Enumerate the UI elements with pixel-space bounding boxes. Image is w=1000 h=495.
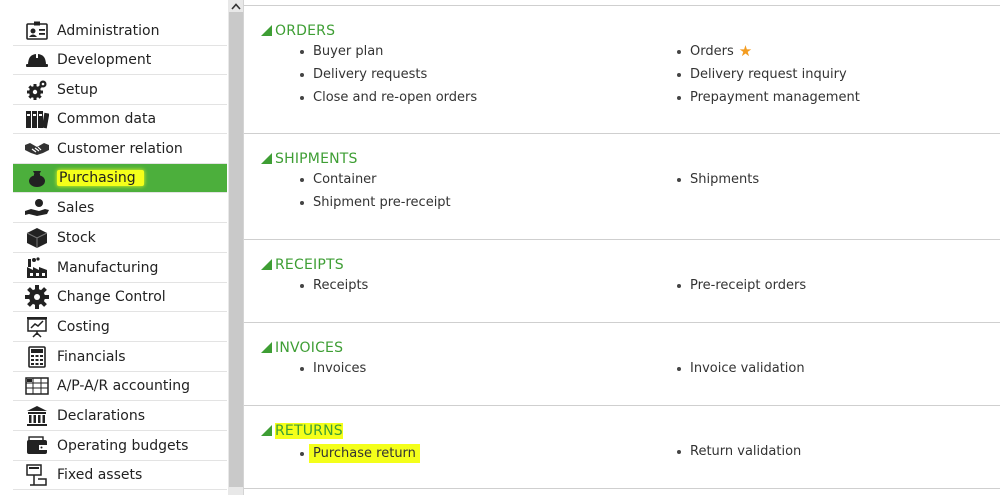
sidebar-item-stock[interactable]: Stock <box>13 224 227 253</box>
sidebar-item-operating-budgets[interactable]: Operating budgets <box>13 432 227 461</box>
sidebar-item-development[interactable]: Development <box>13 46 227 75</box>
sidebar-item-label: Change Control <box>57 289 166 305</box>
sidebar-item-label: Sales <box>57 200 95 216</box>
menu-link-delivery-request-inquiry[interactable]: Delivery request inquiry <box>677 67 847 82</box>
sidebar-item-label: Setup <box>57 82 98 98</box>
bullet <box>300 49 304 54</box>
cog-large-icon <box>25 285 49 309</box>
collapse-triangle-icon <box>261 424 272 436</box>
sidebar-item-common-data[interactable]: Common data <box>13 105 227 134</box>
bullet <box>677 177 681 182</box>
section-invoices: INVOICES Invoices Invoice validation <box>244 323 1000 406</box>
sidebar-item-label: Operating budgets <box>57 438 189 454</box>
module-sidebar: Administration Development Setup Common … <box>0 0 228 495</box>
ledger-icon <box>25 374 49 398</box>
menu-link-prepayment-management[interactable]: Prepayment management <box>677 90 860 105</box>
sidebar-item-manufacturing[interactable]: Manufacturing <box>13 254 227 283</box>
wallet-icon <box>25 434 49 458</box>
bullet <box>300 451 304 456</box>
sidebar-item-financials[interactable]: Financials <box>13 343 227 372</box>
sidebar-item-change-control[interactable]: Change Control <box>13 283 227 312</box>
collapse-triangle-icon <box>261 152 272 164</box>
section-title-receipts[interactable]: RECEIPTS <box>261 257 344 273</box>
bullet <box>677 95 681 100</box>
collapse-triangle-icon <box>261 258 272 270</box>
section-title-orders[interactable]: ORDERS <box>261 23 335 39</box>
sidebar-item-administration[interactable]: Administration <box>13 17 227 46</box>
bullet <box>677 449 681 454</box>
favorite-star-icon[interactable]: ★ <box>739 44 752 59</box>
menu-link-receipts[interactable]: Receipts <box>300 278 368 293</box>
module-menu-panel: ORDERS Buyer plan Delivery requests Clos… <box>244 0 1000 495</box>
sidebar-item-sales[interactable]: Sales <box>13 194 227 223</box>
bullet <box>677 283 681 288</box>
calculator-icon <box>25 345 49 369</box>
sidebar-item-label: Purchasing <box>57 170 144 186</box>
sidebar-item-label: Manufacturing <box>57 260 159 276</box>
money-bag-icon <box>25 166 49 190</box>
collapse-triangle-icon <box>261 341 272 353</box>
menu-link-purchase-return[interactable]: Purchase return <box>300 444 420 463</box>
sidebar-item-label: Common data <box>57 111 157 127</box>
sidebar-item-label: Stock <box>57 230 96 246</box>
bullet <box>677 72 681 77</box>
menu-link-buyer-plan[interactable]: Buyer plan <box>300 44 383 59</box>
factory-icon <box>25 256 49 280</box>
sidebar-item-customer-relation[interactable]: Customer relation <box>13 135 227 164</box>
menu-link-container[interactable]: Container <box>300 172 377 187</box>
binders-icon <box>25 107 49 131</box>
sidebar-item-purchasing[interactable]: Purchasing <box>13 164 227 193</box>
gear-icon <box>25 78 49 102</box>
bullet <box>300 177 304 182</box>
sidebar-item-fixed-assets[interactable]: Fixed assets <box>13 461 227 490</box>
collapse-triangle-icon <box>261 24 272 36</box>
sidebar-item-label: Customer relation <box>57 141 183 157</box>
bullet <box>677 366 681 371</box>
presentation-chart-icon <box>25 315 49 339</box>
section-returns: RETURNS Purchase return Return validatio… <box>244 406 1000 489</box>
menu-link-shipment-pre-receipt[interactable]: Shipment pre-receipt <box>300 195 451 210</box>
bullet <box>300 366 304 371</box>
menu-link-invoices[interactable]: Invoices <box>300 361 366 376</box>
bullet <box>300 72 304 77</box>
sidebar-item-ap-ar-accounting[interactable]: A/P-A/R accounting <box>13 372 227 401</box>
sidebar-item-setup[interactable]: Setup <box>13 76 227 105</box>
bullet <box>300 95 304 100</box>
scroll-up-icon[interactable] <box>229 0 243 12</box>
section-title-returns[interactable]: RETURNS <box>261 423 343 439</box>
sidebar-item-label: Declarations <box>57 408 146 424</box>
section-shipments: SHIPMENTS Container Shipment pre-receipt… <box>244 134 1000 240</box>
menu-link-orders[interactable]: Orders ★ <box>677 44 752 59</box>
sidebar-item-costing[interactable]: Costing <box>13 313 227 342</box>
box-icon <box>25 226 49 250</box>
bullet <box>300 200 304 205</box>
menu-link-return-validation[interactable]: Return validation <box>677 444 801 459</box>
menu-link-close-reopen-orders[interactable]: Close and re-open orders <box>300 90 477 105</box>
sidebar-item-label: A/P-A/R accounting <box>57 378 191 394</box>
sidebar-item-label: Fixed assets <box>57 467 143 483</box>
section-title-invoices[interactable]: INVOICES <box>261 340 343 356</box>
sidebar-item-label: Costing <box>57 319 110 335</box>
government-building-icon <box>25 404 49 428</box>
sidebar-item-label: Development <box>57 52 152 68</box>
id-card-icon <box>25 19 49 43</box>
section-title-shipments[interactable]: SHIPMENTS <box>261 151 358 167</box>
helmet-icon <box>25 48 49 72</box>
sidebar-item-label: Administration <box>57 23 160 39</box>
hand-coin-icon <box>25 196 49 220</box>
sidebar-item-label: Financials <box>57 349 126 365</box>
menu-link-invoice-validation[interactable]: Invoice validation <box>677 361 805 376</box>
scrollbar-thumb[interactable] <box>229 12 243 487</box>
handshake-icon <box>25 137 49 161</box>
bullet <box>677 49 681 54</box>
asset-tag-icon <box>25 463 49 487</box>
section-receipts: RECEIPTS Receipts Pre-receipt orders <box>244 240 1000 323</box>
menu-link-shipments[interactable]: Shipments <box>677 172 759 187</box>
sidebar-item-declarations[interactable]: Declarations <box>13 402 227 431</box>
section-orders: ORDERS Buyer plan Delivery requests Clos… <box>244 5 1000 134</box>
menu-link-delivery-requests[interactable]: Delivery requests <box>300 67 427 82</box>
menu-link-pre-receipt-orders[interactable]: Pre-receipt orders <box>677 278 806 293</box>
bullet <box>300 283 304 288</box>
